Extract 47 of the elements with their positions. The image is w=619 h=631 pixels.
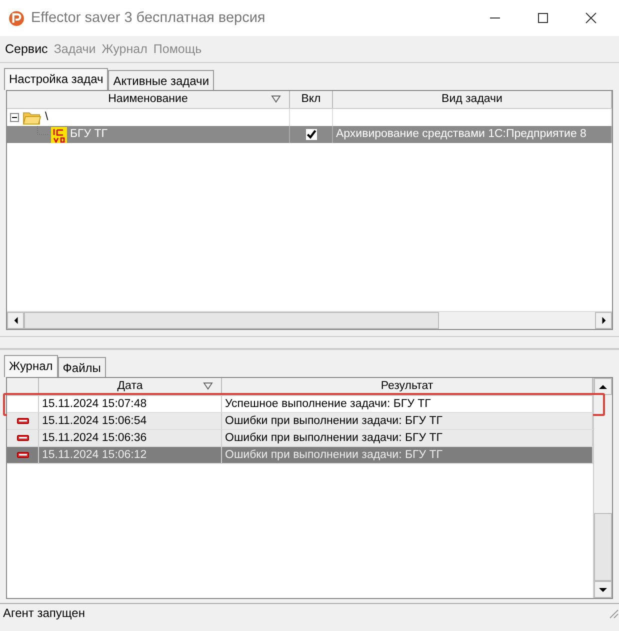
error-icon xyxy=(16,418,28,424)
right-arrow-icon xyxy=(600,317,606,324)
column-header[interactable]: Дата xyxy=(39,378,222,395)
scrollbar-thumb[interactable] xyxy=(594,513,612,581)
folder-icon xyxy=(22,110,42,125)
tab[interactable]: Настройка задач xyxy=(4,68,108,90)
column-header[interactable]: Вид задачи xyxy=(333,91,612,108)
tab[interactable]: Активные задачи xyxy=(108,70,214,90)
collapse-icon[interactable] xyxy=(10,113,19,122)
tab[interactable]: Файлы xyxy=(58,357,106,377)
column-header[interactable]: Вкл xyxy=(290,91,333,108)
app-logo-icon xyxy=(8,10,25,26)
window-title: Effector saver 3 бесплатная версия xyxy=(31,10,266,26)
maximize-icon[interactable] xyxy=(537,12,549,24)
tab[interactable]: Журнал xyxy=(4,355,58,377)
scrollbar-thumb[interactable] xyxy=(24,312,439,329)
up-arrow-icon xyxy=(599,384,607,390)
checkbox[interactable] xyxy=(306,129,316,140)
filter-icon xyxy=(203,382,213,390)
scroll-right-button[interactable] xyxy=(595,312,612,329)
log-date: 15.11.2024 15:07:48 xyxy=(42,396,147,412)
task-type: Архивирование средствами 1С:Предприятие 8 xyxy=(336,127,586,142)
close-icon[interactable] xyxy=(585,12,597,24)
status-text: Агент запущен xyxy=(3,606,85,620)
log-row[interactable]: 15.11.2024 15:06:36 Ошибки при выполнении задачи: БГУ ТГ xyxy=(7,430,593,447)
scroll-left-button[interactable] xyxy=(7,312,24,329)
log-result: Ошибки при выполнении задачи: БГУ ТГ xyxy=(225,430,443,446)
left-arrow-icon xyxy=(12,317,18,324)
log-result: Ошибки при выполнении задачи: БГУ ТГ xyxy=(225,448,443,462)
resize-grip-icon[interactable] xyxy=(607,607,619,619)
log-date: 15.11.2024 15:06:12 xyxy=(42,448,147,462)
log-result: Успешное выполнение задачи: БГУ ТГ xyxy=(225,396,431,412)
log-result: Ошибки при выполнении задачи: БГУ ТГ xyxy=(225,414,443,428)
filter-icon xyxy=(271,95,281,103)
error-icon xyxy=(16,452,28,458)
scroll-down-button[interactable] xyxy=(594,581,612,598)
log-row[interactable]: 15.11.2024 15:06:54 Ошибки при выполнении задачи: БГУ ТГ xyxy=(7,413,593,430)
error-icon xyxy=(16,435,28,441)
log-date: 15.11.2024 15:06:54 xyxy=(42,414,147,428)
down-arrow-icon xyxy=(599,586,607,592)
product-icon xyxy=(51,126,67,142)
menu-item[interactable]: Сервис xyxy=(5,42,48,56)
scroll-up-button[interactable] xyxy=(594,378,612,395)
log-date: 15.11.2024 15:06:36 xyxy=(42,430,147,446)
column-header[interactable]: Наименование xyxy=(7,91,290,108)
folder-name: \ xyxy=(45,110,48,125)
task-name: БГУ ТГ xyxy=(70,127,108,142)
